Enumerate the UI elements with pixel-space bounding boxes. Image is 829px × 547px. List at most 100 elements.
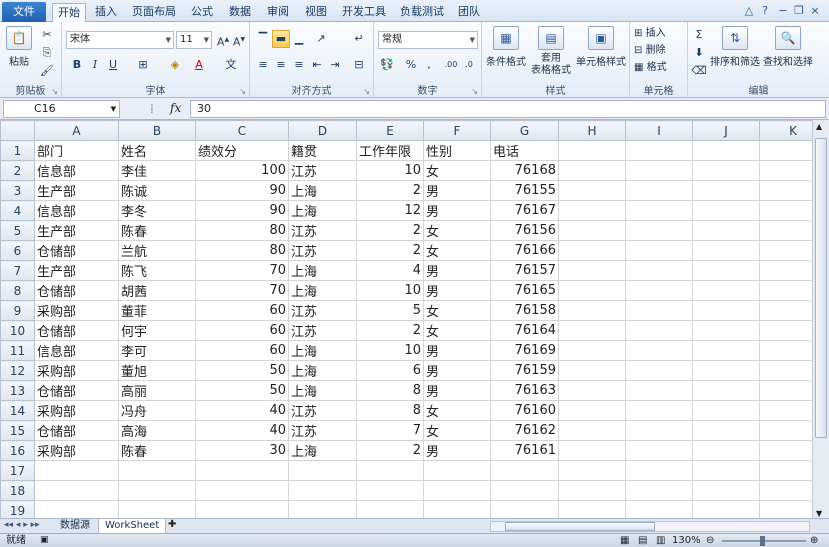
cell[interactable]: 女 [423,240,491,261]
cell[interactable]: 高丽 [118,380,196,401]
align-top-icon[interactable]: ▔ [254,30,272,48]
cell[interactable]: 女 [423,320,491,341]
cell[interactable]: 76165 [490,280,559,301]
cell[interactable] [625,260,693,281]
number-launcher-icon[interactable]: ↘ [471,87,478,96]
cell[interactable] [558,460,626,481]
cell[interactable]: 76166 [490,240,559,261]
row-header[interactable]: 7 [0,260,35,281]
cell[interactable] [34,480,119,501]
cell[interactable]: 江苏 [288,240,357,261]
cell[interactable] [558,420,626,441]
row-header[interactable]: 6 [0,240,35,261]
increase-decimal-icon[interactable]: .00 [442,56,460,74]
cell[interactable]: 5 [356,300,424,321]
cell[interactable]: 10 [356,160,424,181]
cell[interactable]: 30 [195,440,289,461]
cell[interactable]: 76155 [490,180,559,201]
cell[interactable]: 仓储部 [34,320,119,341]
cell[interactable]: 上海 [288,380,357,401]
window-restore-icon[interactable]: ❐ [792,4,806,18]
align-right-icon[interactable]: ≡ [290,56,308,74]
row-header[interactable]: 1 [0,140,35,161]
font-launcher-icon[interactable]: ↘ [239,87,246,96]
horizontal-scrollbar[interactable] [490,521,810,532]
cell[interactable]: 高海 [118,420,196,441]
tab-page-layout[interactable]: 页面布局 [126,3,182,22]
cell[interactable]: 仓储部 [34,420,119,441]
fill-color-icon[interactable]: ◈ [166,56,184,74]
cell[interactable]: 76164 [490,320,559,341]
cell[interactable] [692,240,760,261]
cell[interactable]: 2 [356,320,424,341]
cell[interactable]: 仓储部 [34,240,119,261]
column-header[interactable]: E [356,120,424,141]
cell[interactable]: 江苏 [288,220,357,241]
cell[interactable]: 何宇 [118,320,196,341]
align-center-icon[interactable]: ≡ [272,56,290,74]
format-as-table-button[interactable]: ▤ 套用 表格格式 [528,26,574,77]
column-header[interactable]: G [490,120,559,141]
cell[interactable]: 陈诚 [118,180,196,201]
cell[interactable] [692,300,760,321]
cell[interactable] [625,440,693,461]
horizontal-scroll-thumb[interactable] [505,522,655,531]
cell[interactable]: 76157 [490,260,559,281]
cell[interactable]: 性别 [423,140,491,161]
zoom-slider-thumb[interactable] [760,536,765,546]
cell[interactable] [423,480,491,501]
cell[interactable] [558,180,626,201]
cell[interactable] [692,400,760,421]
cell[interactable] [34,460,119,481]
formula-input[interactable]: 30 [190,100,826,118]
cell[interactable]: 胡茜 [118,280,196,301]
cell[interactable]: 女 [423,400,491,421]
cell[interactable] [692,160,760,181]
font-color-icon[interactable]: A [190,56,208,74]
cell[interactable] [558,220,626,241]
cell[interactable]: 2 [356,180,424,201]
cell[interactable] [558,380,626,401]
cell[interactable]: 50 [195,380,289,401]
cell[interactable]: 男 [423,200,491,221]
scroll-up-icon[interactable]: ▲ [816,122,822,131]
minimize-ribbon-icon[interactable]: △ [742,4,756,18]
cell[interactable] [423,460,491,481]
cell[interactable]: 60 [195,340,289,361]
macro-record-icon[interactable]: ▣ [40,534,49,547]
column-header[interactable]: C [195,120,289,141]
copy-icon[interactable]: ⎘ [38,44,56,62]
cell[interactable]: 上海 [288,340,357,361]
cell[interactable]: 76161 [490,440,559,461]
comma-style-icon[interactable]: , [420,56,438,74]
cell[interactable] [692,260,760,281]
tab-file[interactable]: 文件 [2,2,46,22]
clipboard-launcher-icon[interactable]: ↘ [51,87,58,96]
merge-center-icon[interactable]: ⊟ [350,56,368,74]
cell[interactable]: 陈飞 [118,260,196,281]
cell[interactable]: 陈春 [118,440,196,461]
tab-data[interactable]: 数据 [222,3,258,22]
cell[interactable]: 70 [195,280,289,301]
cell[interactable]: 76160 [490,400,559,421]
cell[interactable] [692,140,760,161]
cell[interactable]: 80 [195,240,289,261]
cell[interactable] [625,320,693,341]
cell[interactable]: 李可 [118,340,196,361]
column-header[interactable]: A [34,120,119,141]
cell[interactable] [625,140,693,161]
cell[interactable] [558,440,626,461]
cell[interactable] [558,260,626,281]
cell[interactable]: 8 [356,380,424,401]
cell[interactable]: 生产部 [34,220,119,241]
row-header[interactable]: 12 [0,360,35,381]
row-header[interactable]: 2 [0,160,35,181]
cell[interactable]: 陈春 [118,220,196,241]
row-header[interactable]: 3 [0,180,35,201]
cell[interactable]: 女 [423,220,491,241]
scroll-down-icon[interactable]: ▼ [816,509,822,518]
bold-icon[interactable]: B [68,56,86,74]
cell[interactable] [625,280,693,301]
cell[interactable]: 生产部 [34,180,119,201]
cell[interactable]: 76169 [490,340,559,361]
